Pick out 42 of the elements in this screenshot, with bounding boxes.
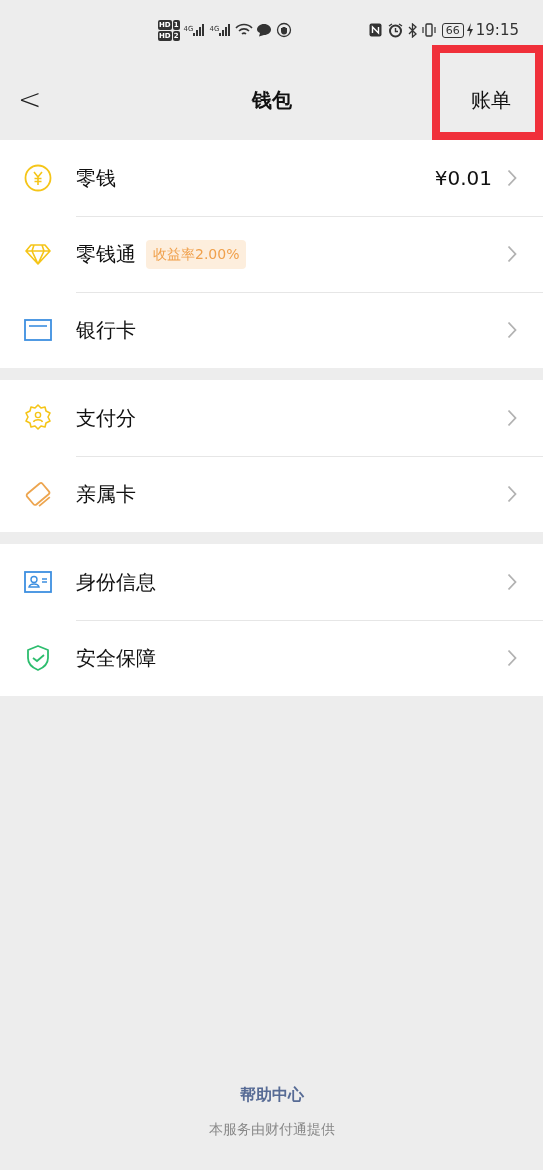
chevron-right-icon — [507, 409, 517, 427]
item-label: 零钱通 — [76, 241, 136, 268]
chat-bubble-icon — [256, 23, 273, 37]
badge-icon — [23, 403, 53, 433]
chevron-right-icon — [507, 245, 517, 263]
page-title: 钱包 — [251, 87, 292, 114]
nfc-icon — [368, 23, 382, 37]
item-label: 亲属卡 — [76, 481, 136, 508]
yen-coin-icon — [23, 163, 53, 193]
yield-tag: 收益率2.00% — [146, 239, 247, 269]
battery-level: 66 — [441, 22, 464, 38]
wallet-item[interactable]: 身份信息 — [0, 544, 543, 620]
balance-value: ¥0.01 — [434, 165, 492, 192]
vibrate-icon — [420, 23, 437, 37]
chevron-right-icon — [507, 169, 517, 187]
help-center-link[interactable]: 帮助中心 — [239, 1083, 304, 1107]
wallet-item[interactable]: 支付分 — [0, 380, 543, 456]
charging-icon — [465, 23, 474, 37]
item-label: 零钱 — [76, 165, 116, 192]
chevron-right-icon — [507, 321, 517, 339]
wallet-item[interactable]: 零钱通 收益率2.00% — [0, 216, 543, 292]
wifi-icon — [235, 23, 254, 37]
alarm-icon — [387, 22, 403, 38]
item-label: 安全保障 — [76, 645, 156, 672]
wallet-item[interactable]: 银行卡 — [0, 292, 543, 368]
clock: 19:15 — [475, 19, 519, 41]
item-label: 支付分 — [76, 405, 136, 432]
chevron-right-icon — [507, 485, 517, 503]
provider-note: 本服务由财付通提供 — [208, 1120, 335, 1139]
wallet-item[interactable]: 安全保障 — [0, 620, 543, 696]
wallet-item[interactable]: 亲属卡 — [0, 456, 543, 532]
chevron-right-icon — [507, 649, 517, 667]
wallet-item[interactable]: 零钱 ¥0.01 — [0, 140, 543, 216]
tilted-card-icon — [23, 479, 53, 509]
bill-button[interactable]: 账单 — [432, 45, 543, 140]
signal-icon — [193, 24, 206, 36]
item-label: 身份信息 — [76, 569, 156, 596]
signal-icon — [219, 24, 232, 36]
item-label: 银行卡 — [76, 317, 136, 344]
back-button[interactable]: < — [18, 79, 38, 121]
chevron-right-icon — [507, 573, 517, 591]
bluetooth-icon — [407, 22, 417, 38]
